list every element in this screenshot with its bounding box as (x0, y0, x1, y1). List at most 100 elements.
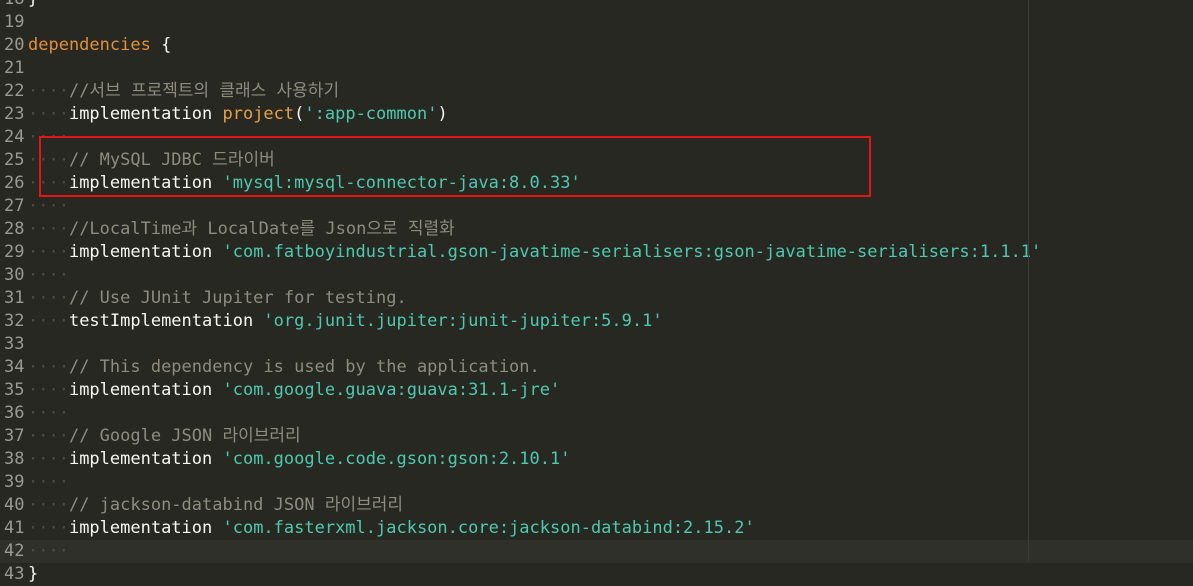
line-code: ····implementation 'com.fatboyindustrial… (28, 241, 1041, 264)
line-code: ····// jackson-databind JSON 라이브러리 (28, 494, 403, 517)
code-line[interactable]: 32 ····testImplementation 'org.junit.jupi… (0, 310, 1193, 333)
line-code: ····// Google JSON 라이브러리 (28, 425, 301, 448)
code-line[interactable]: 34 ····// This dependency is used by the … (0, 356, 1193, 379)
code-token: ( (294, 104, 305, 124)
whitespace-marker: ···· (28, 104, 69, 124)
code-token: implementation (68, 242, 223, 262)
line-number: 43 (4, 564, 25, 584)
code-line[interactable]: 23 ····implementation project(':app-commo… (0, 103, 1193, 126)
code-token: implementation (68, 104, 223, 124)
code-token: // Use JUnit Jupiter for testing. (68, 288, 407, 308)
line-number: 18 (4, 0, 26, 11)
code-token: project (222, 104, 295, 124)
code-token: implementation (68, 380, 223, 400)
line-number: 36 (4, 403, 25, 423)
code-line[interactable]: 36 ···· (0, 402, 1193, 425)
whitespace-marker: ···· (28, 380, 69, 400)
line-code: ···· (28, 402, 69, 425)
line-number: 23 (4, 104, 25, 124)
line-number: 42 (4, 541, 25, 561)
code-line[interactable]: 33 (0, 333, 1193, 356)
code-line[interactable]: 28 ····//LocalTime과 LocalDate를 Json으로 직렬화 (0, 218, 1193, 241)
whitespace-marker: ···· (28, 472, 69, 492)
code-line[interactable]: 40 ····// jackson-databind JSON 라이브러리 (0, 494, 1193, 517)
line-code: ····// This dependency is used by the ap… (28, 356, 540, 379)
whitespace-marker: ···· (28, 288, 69, 308)
line-code: ····testImplementation 'org.junit.jupite… (28, 310, 663, 333)
code-token: ) (437, 104, 448, 124)
code-line[interactable]: 18} (0, 0, 1193, 11)
line-code: ····//LocalTime과 LocalDate를 Json으로 직렬화 (28, 218, 455, 241)
code-token: testImplementation (68, 311, 264, 331)
line-number: 27 (4, 196, 25, 216)
line-code: } (28, 0, 38, 11)
whitespace-marker: ···· (28, 541, 69, 561)
whitespace-marker: ···· (28, 242, 69, 262)
right-margin-guide (1028, 0, 1029, 562)
line-number: 24 (4, 127, 25, 147)
line-number: 22 (4, 81, 25, 101)
line-number: 41 (4, 518, 25, 538)
code-line[interactable]: 38 ····implementation 'com.google.code.gs… (0, 448, 1193, 471)
code-token: // Google JSON 라이브러리 (68, 426, 301, 446)
whitespace-marker: ···· (28, 219, 69, 239)
code-line[interactable]: 37 ····// Google JSON 라이브러리 (0, 425, 1193, 448)
line-number: 37 (4, 426, 25, 446)
line-number: 35 (4, 380, 25, 400)
code-token: // This dependency is used by the applic… (68, 357, 540, 377)
code-line[interactable]: 21 (0, 57, 1193, 80)
code-line[interactable]: 19 (0, 11, 1193, 34)
line-number: 25 (4, 150, 25, 170)
code-token: // jackson-databind JSON 라이브러리 (68, 495, 404, 515)
whitespace-marker: ···· (28, 265, 69, 285)
line-code: dependencies { (28, 34, 171, 57)
code-token: implementation (68, 449, 223, 469)
code-line[interactable]: 30 ···· (0, 264, 1193, 287)
highlight-annotation-box (39, 136, 871, 197)
code-token: ':app-common' (304, 104, 438, 124)
code-line[interactable]: 39 ···· (0, 471, 1193, 494)
line-code: ···· (28, 540, 69, 563)
code-line[interactable]: 20 dependencies { (0, 34, 1193, 57)
code-token: 'org.junit.jupiter:junit-jupiter:5.9.1' (263, 311, 663, 331)
code-token: dependencies (28, 35, 151, 55)
line-number: 33 (4, 334, 25, 354)
line-code: ····implementation 'com.fasterxml.jackso… (28, 517, 755, 540)
line-number: 30 (4, 265, 25, 285)
code-line[interactable]: 29 ····implementation 'com.fatboyindustri… (0, 241, 1193, 264)
line-number: 34 (4, 357, 25, 377)
line-code: ···· (28, 264, 69, 287)
line-code: ····implementation 'com.google.code.gson… (28, 448, 570, 471)
line-code: ····implementation project(':app-common'… (28, 103, 448, 126)
whitespace-marker: ···· (28, 518, 69, 538)
code-line[interactable]: 31 ····// Use JUnit Jupiter for testing. (0, 287, 1193, 310)
whitespace-marker: ···· (28, 495, 69, 515)
code-token: } (28, 564, 39, 584)
line-code: ····implementation 'com.google.guava:gua… (28, 379, 560, 402)
line-number: 39 (4, 472, 25, 492)
whitespace-marker: ···· (28, 403, 69, 423)
whitespace-marker: ···· (28, 426, 69, 446)
code-line[interactable]: 43} (0, 563, 1193, 586)
code-line[interactable]: 22 ····//서브 프로젝트의 클래스 사용하기 (0, 80, 1193, 103)
code-line[interactable]: 42 ···· (0, 540, 1193, 563)
code-editor[interactable]: 18}1920dependencies {2122····//서브 프로젝트의 … (0, 0, 1193, 586)
line-number: 20 (4, 35, 25, 55)
whitespace-marker: ···· (28, 357, 69, 377)
line-number: 32 (4, 311, 25, 331)
code-line[interactable]: 35 ····implementation 'com.google.guava:g… (0, 379, 1193, 402)
whitespace-marker: ···· (28, 81, 69, 101)
line-code: } (28, 563, 38, 586)
code-token: } (28, 0, 38, 9)
line-number: 29 (4, 242, 25, 262)
whitespace-marker: ···· (28, 196, 69, 216)
line-code: ····//서브 프로젝트의 클래스 사용하기 (28, 80, 339, 103)
code-token: //LocalTime과 LocalDate를 Json으로 직렬화 (68, 219, 455, 239)
code-token: 'com.fatboyindustrial.gson-javatime-seri… (222, 242, 1042, 262)
line-number: 19 (4, 12, 25, 32)
code-line[interactable]: 41 ····implementation 'com.fasterxml.jack… (0, 517, 1193, 540)
code-token: 'com.fasterxml.jackson.core:jackson-data… (222, 518, 755, 538)
code-line[interactable]: 27 ···· (0, 195, 1193, 218)
line-number: 31 (4, 288, 25, 308)
line-number: 26 (4, 173, 25, 193)
